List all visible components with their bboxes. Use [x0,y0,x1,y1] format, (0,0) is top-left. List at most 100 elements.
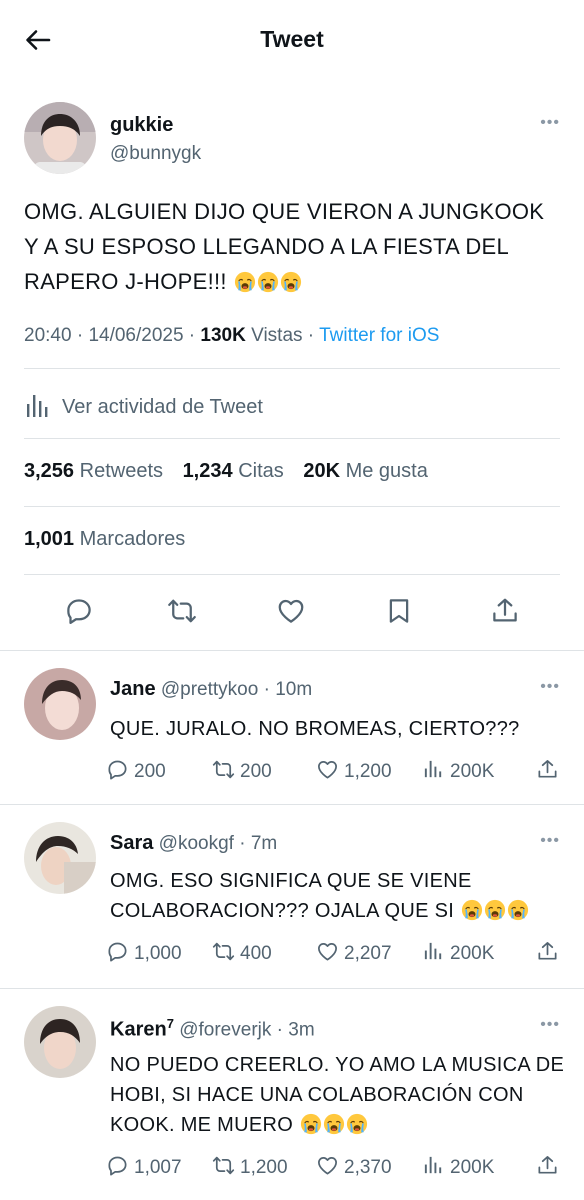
loudly-crying-face-icon [323,1113,345,1135]
retweet-icon[interactable] [167,596,197,626]
reply-icon[interactable] [64,596,94,626]
like-button[interactable]: 1,200 [316,758,392,783]
avatar[interactable] [24,822,96,894]
avatar[interactable] [24,668,96,740]
share-icon [536,940,559,963]
divider [24,438,560,439]
reply-author-name[interactable]: Karen [110,1018,167,1040]
divider [24,574,560,575]
views-button[interactable]: 200K [422,758,494,783]
more-options-icon[interactable]: ••• [540,678,560,696]
avatar[interactable] [24,102,96,174]
views-icon [422,758,445,781]
like-button[interactable]: 2,207 [316,940,392,965]
author-name[interactable]: gukkie [110,114,173,137]
reply-author-handle[interactable]: @foreverjk [179,1019,271,1040]
views-count: 130K [200,325,246,346]
retweets-label: Retweets [79,460,163,482]
retweet-count: 400 [240,943,272,964]
retweets-stat[interactable]: 3,256 Retweets [24,460,163,482]
loudly-crying-face-icon [346,1113,368,1135]
retweets-count: 3,256 [24,460,75,482]
loudly-crying-face-icon [461,899,483,921]
avatar[interactable] [24,1006,96,1078]
quotes-stat[interactable]: 1,234 Citas [183,460,284,482]
bookmarks-label: Marcadores [79,528,186,550]
reply-button[interactable]: 1,007 [106,1154,182,1179]
retweet-button[interactable]: 200 [212,758,272,783]
like-button[interactable]: 2,370 [316,1154,392,1179]
reply-time: 3m [288,1019,315,1041]
like-icon [316,940,339,963]
reply-button[interactable]: 1,000 [106,940,182,965]
divider [0,988,584,989]
reply-count: 200 [134,761,166,782]
bookmark-icon[interactable] [384,596,414,626]
retweet-icon [212,1154,235,1177]
loudly-crying-face-icon [280,271,302,293]
reply-header: Karen7 @foreverjk · 3m [110,1016,315,1041]
tweet-action-bar [0,596,584,626]
page-title: Tweet [260,26,324,52]
loudly-crying-face-icon [484,899,506,921]
like-icon [316,758,339,781]
reply-time: 10m [275,679,313,700]
loudly-crying-face-icon [507,899,529,921]
retweet-button[interactable]: 400 [212,940,272,965]
more-options-icon[interactable]: ••• [540,1016,560,1034]
more-options-icon[interactable]: ••• [540,114,560,132]
reply-button[interactable]: 200 [106,758,166,783]
views-label: Vistas [251,325,303,346]
likes-label: Me gusta [345,460,428,482]
top-bar: Tweet [0,0,584,80]
loudly-crying-face-icon [257,271,279,293]
reply-icon [106,940,129,963]
quotes-label: Citas [238,460,284,482]
reply-count: 1,000 [134,943,182,964]
likes-stat[interactable]: 20K Me gusta [303,460,428,482]
reply-author-name[interactable]: Jane [110,678,156,700]
views-count: 200K [450,1157,495,1178]
reply-action-bar: 1,000 400 2,207 200K [106,940,566,966]
reply-header: Jane @prettykoo · 10m [110,678,313,700]
reply-author-handle[interactable]: @prettykoo [161,679,258,700]
share-icon[interactable] [490,596,520,626]
divider [24,368,560,369]
reply-author-handle[interactable]: @kookgf [159,833,234,854]
loudly-crying-face-icon [300,1113,322,1135]
divider [0,650,584,651]
more-options-icon[interactable]: ••• [540,832,560,850]
client-link[interactable]: Twitter for iOS [319,325,439,346]
share-button[interactable] [536,940,559,965]
retweet-button[interactable]: 1,200 [212,1154,288,1179]
tweet-time: 20:40 [24,325,72,346]
like-icon[interactable] [276,596,306,626]
views-count: 200K [450,761,495,782]
likes-count: 20K [303,460,341,482]
like-count: 2,207 [344,943,392,964]
activity-label: Ver actividad de Tweet [62,396,263,418]
retweet-count: 1,200 [240,1157,288,1178]
like-icon [316,1154,339,1177]
reply-icon [106,758,129,781]
views-button[interactable]: 200K [422,940,494,965]
reply-author-name[interactable]: Sara [110,832,153,854]
bookmarks-stat[interactable]: 1,001 Marcadores [24,528,185,551]
bookmarks-count: 1,001 [24,528,75,550]
tweet-activity-button[interactable]: Ver actividad de Tweet [26,390,263,420]
tweet-meta: 20:40 · 14/06/2025 · 130K Vistas · Twitt… [24,325,440,346]
share-icon [536,758,559,781]
reply-action-bar: 200 200 1,200 200K [106,758,566,784]
author-handle[interactable]: @bunnygk [110,143,201,165]
views-button[interactable]: 200K [422,1154,494,1179]
name-superscript: 7 [166,1016,174,1031]
like-count: 1,200 [344,761,392,782]
share-button[interactable] [536,758,559,783]
reply-icon [106,1154,129,1177]
reply-time: 7m [250,833,278,854]
reply-body: OMG. ESO SIGNIFICA QUE SE VIENE COLABORA… [110,870,472,922]
reply-text: OMG. ESO SIGNIFICA QUE SE VIENE COLABORA… [110,866,570,926]
retweet-icon [212,758,235,781]
quotes-count: 1,234 [182,460,233,482]
share-button[interactable] [536,1154,559,1179]
